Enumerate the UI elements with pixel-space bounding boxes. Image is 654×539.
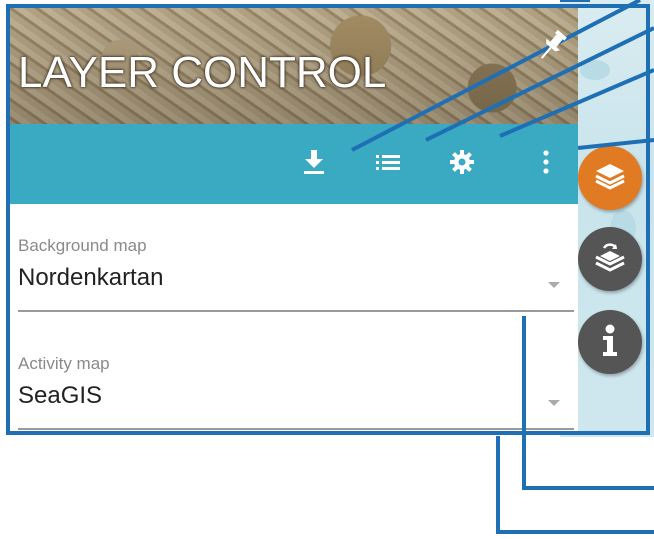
panel-toolbar <box>6 124 578 204</box>
layers-sync-icon <box>590 237 630 282</box>
list-button[interactable] <box>373 148 403 180</box>
background-map-label: Background map <box>18 236 147 255</box>
info-button[interactable] <box>578 310 642 374</box>
info-icon <box>590 320 630 365</box>
background-map-select[interactable]: Background map Nordenkartan <box>18 236 574 316</box>
more-options-button[interactable] <box>531 148 561 180</box>
panel-header: LAYER CONTROL <box>6 4 578 124</box>
chevron-down-icon[interactable] <box>548 400 560 406</box>
list-icon <box>374 150 402 179</box>
activity-map-value[interactable]: SeaGIS <box>18 382 574 410</box>
field-underline <box>18 428 574 430</box>
layer-control-panel: LAYER CONTROL Background map Nordenkarta… <box>6 4 578 434</box>
layers-icon <box>590 156 630 201</box>
layers-sync-button[interactable] <box>578 227 642 291</box>
settings-button[interactable] <box>447 148 477 180</box>
layers-button[interactable] <box>578 146 642 210</box>
field-underline <box>18 310 574 312</box>
download-icon <box>301 148 327 181</box>
pin-icon[interactable] <box>534 26 570 66</box>
panel-title: LAYER CONTROL <box>18 48 387 97</box>
activity-map-select[interactable]: Activity map SeaGIS <box>18 354 574 434</box>
chevron-down-icon[interactable] <box>548 282 560 288</box>
gear-icon <box>449 149 475 180</box>
download-button[interactable] <box>299 148 329 180</box>
background-map-value[interactable]: Nordenkartan <box>18 264 574 292</box>
activity-map-label: Activity map <box>18 354 110 373</box>
more-vertical-icon <box>541 148 551 181</box>
